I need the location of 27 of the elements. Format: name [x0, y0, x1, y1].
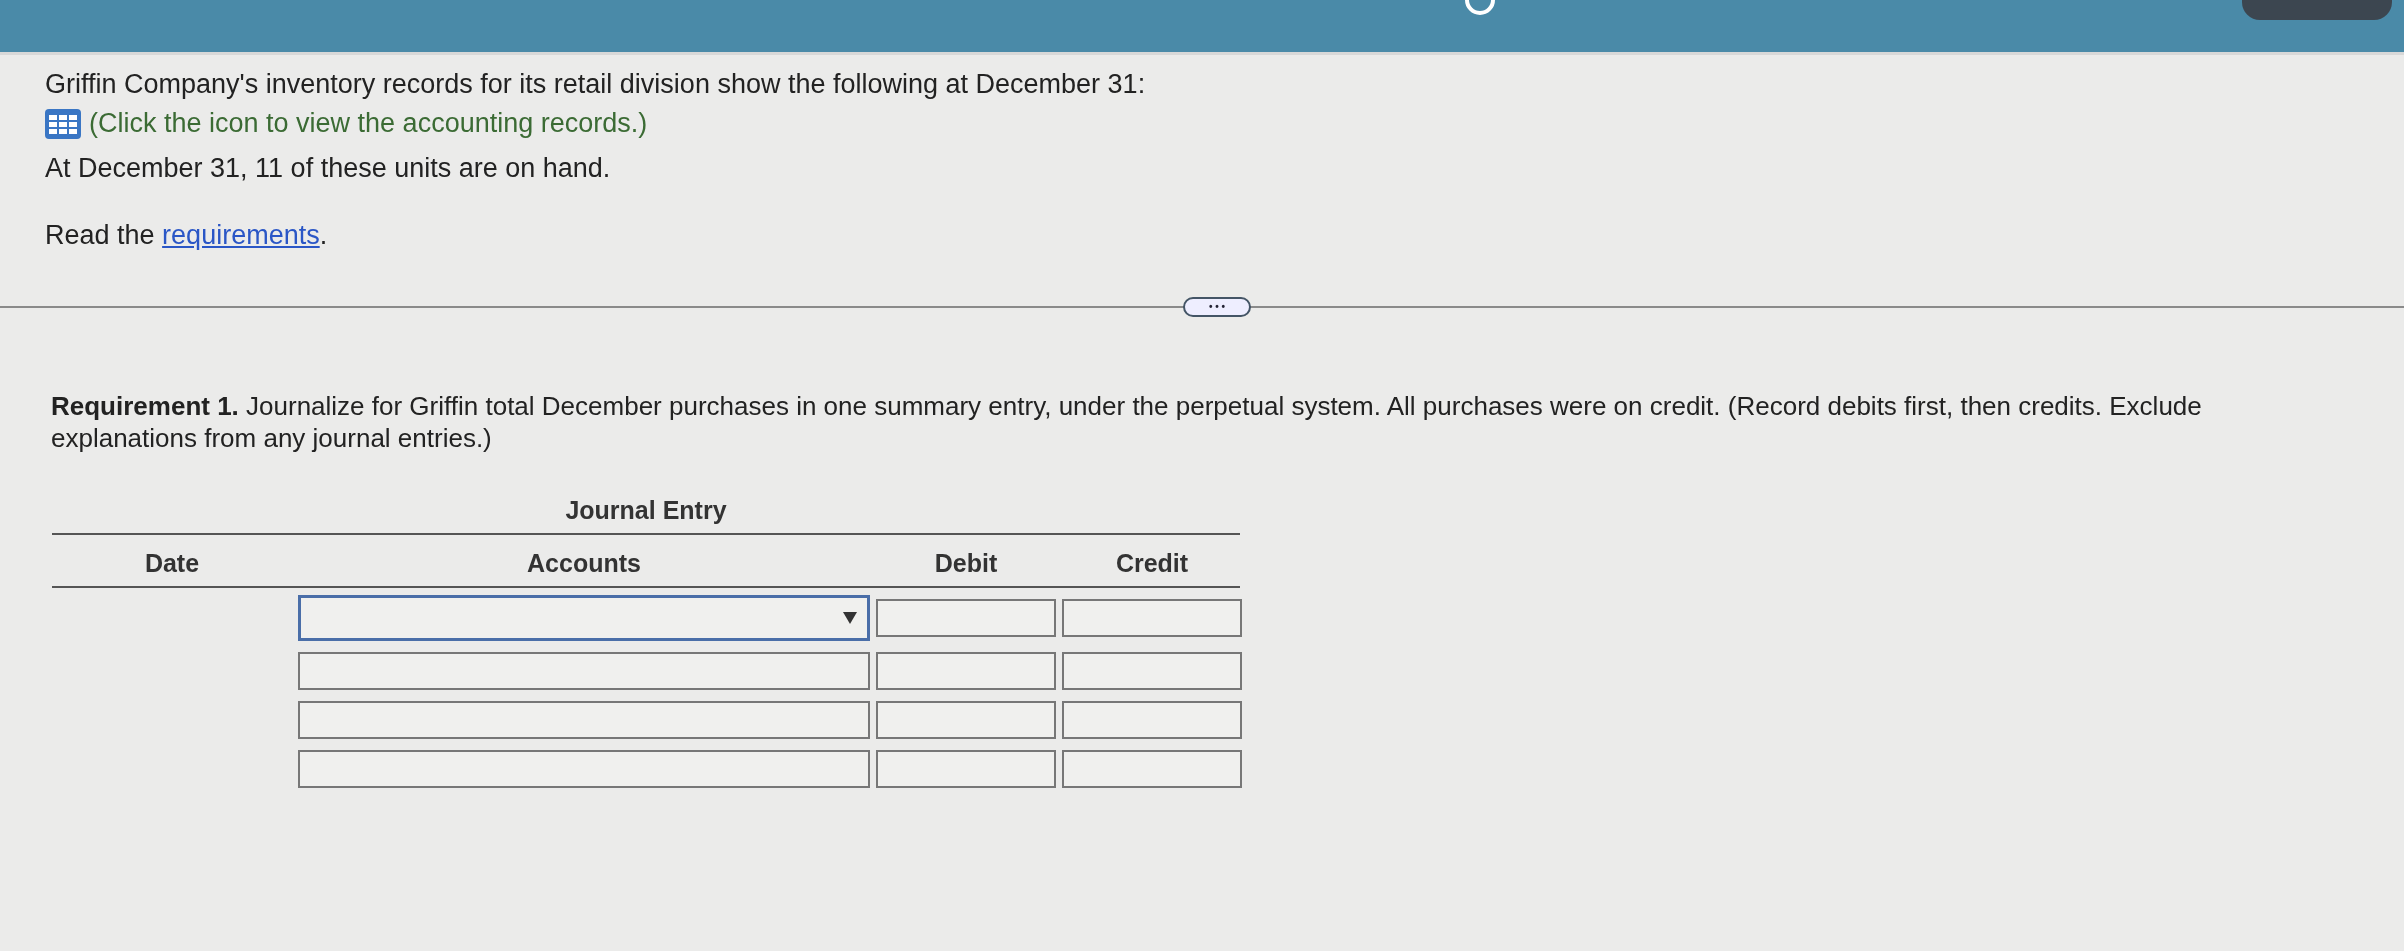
- column-header: Debit: [933, 549, 999, 578]
- period-text: .: [319, 220, 328, 250]
- column-header: Date: [143, 549, 201, 578]
- requirements-link[interactable]: requirements: [162, 220, 320, 250]
- account-dropdown[interactable]: [298, 595, 870, 641]
- credit-field[interactable]: [1062, 701, 1242, 739]
- expand-button[interactable]: • • •: [1183, 297, 1251, 317]
- account-field[interactable]: [298, 652, 870, 690]
- debit-field[interactable]: [876, 599, 1056, 637]
- credit-field[interactable]: [1062, 652, 1242, 690]
- column-header: Accounts: [526, 549, 642, 578]
- caret-icon: [843, 612, 857, 624]
- records-hint: (Click the icon to view the accounting records.): [89, 108, 648, 139]
- read-text: Read the: [45, 220, 155, 250]
- debit-field[interactable]: [876, 750, 1056, 788]
- journal-title: Journal Entry: [52, 496, 1240, 535]
- account-field[interactable]: [298, 701, 870, 739]
- requirement-text: Requirement 1. Journalize for Griffin total December purchases in one summary entry, under the perpetual system. All purchases were on credit. (Record debits first, then credits. Exclude explanations from any journal entries.): [51, 390, 2203, 454]
- column-header: Credit: [1114, 549, 1190, 578]
- credit-field[interactable]: [1062, 750, 1242, 788]
- on-hand-text: At December 31, 11 of these units are on hand.: [45, 153, 612, 184]
- credit-field[interactable]: [1062, 599, 1242, 637]
- debit-field[interactable]: [876, 652, 1056, 690]
- table-icon[interactable]: [45, 108, 81, 139]
- intro-text: Griffin Company's inventory records for its retail division show the following at December 31:: [45, 69, 1147, 100]
- debit-field[interactable]: [876, 701, 1056, 739]
- account-field[interactable]: [298, 750, 870, 788]
